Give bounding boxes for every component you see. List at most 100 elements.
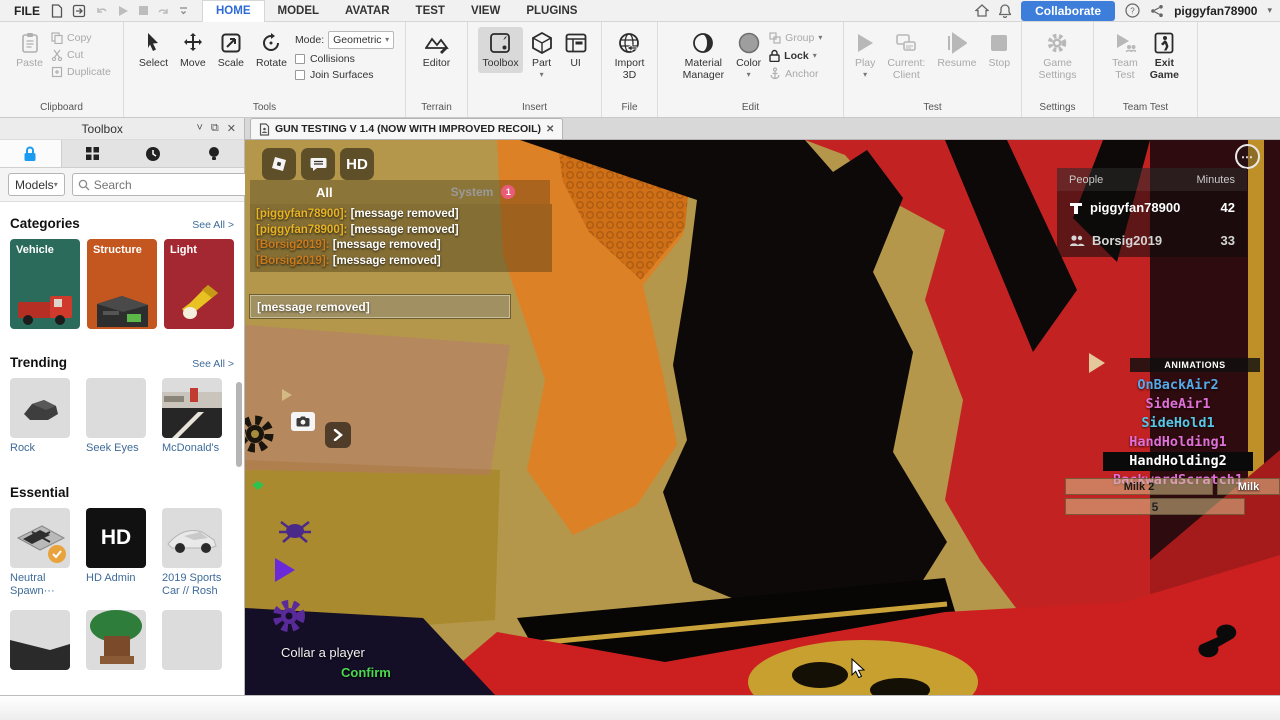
customize-toolbar-icon[interactable]: [179, 6, 188, 15]
panel-float-icon[interactable]: ⧉: [211, 122, 219, 135]
cut-button[interactable]: Cut: [51, 49, 111, 61]
anchor-button[interactable]: Anchor: [769, 67, 822, 80]
copy-button[interactable]: Copy: [51, 32, 111, 44]
join-surfaces-checkbox[interactable]: Join Surfaces: [295, 69, 394, 81]
new-file-icon[interactable]: [50, 4, 63, 18]
terrain-editor-button[interactable]: Editor: [419, 27, 454, 73]
partial-thumb-3[interactable]: [162, 610, 222, 670]
collaborate-button[interactable]: Collaborate: [1021, 1, 1115, 21]
tab-plugins[interactable]: PLUGINS: [513, 0, 590, 22]
group-button[interactable]: Group▾: [769, 32, 822, 44]
user-menu-caret-icon[interactable]: ▾: [1267, 5, 1272, 16]
tab-home[interactable]: HOME: [202, 0, 265, 22]
partial-thumb-1[interactable]: [10, 610, 70, 670]
help-icon[interactable]: ?: [1125, 3, 1140, 18]
toolbox-tab-marketplace[interactable]: [0, 140, 62, 167]
leaderboard-row[interactable]: piggyfan78900 42: [1057, 191, 1247, 224]
share-icon[interactable]: [1150, 4, 1164, 18]
animation-item[interactable]: OnBackAir2: [1103, 376, 1253, 395]
game-settings-button[interactable]: Game Settings: [1035, 27, 1081, 84]
animation-item[interactable]: SideAir1: [1103, 395, 1253, 414]
leaderboard-menu-button[interactable]: ⋯: [1235, 144, 1260, 169]
category-dropdown[interactable]: Models ▾: [8, 173, 65, 196]
toolbox-item-sports-car[interactable]: 2019 Sports Car // Rosh: [162, 508, 222, 598]
game-tab-icon: [259, 123, 270, 136]
team-test-button[interactable]: Team Test: [1108, 27, 1142, 84]
ui-button[interactable]: UI: [561, 27, 591, 73]
hd-admin-button[interactable]: HD: [340, 148, 374, 180]
scale-tool-button[interactable]: Scale: [214, 27, 248, 73]
trending-see-all[interactable]: See All >: [192, 358, 234, 370]
confirm-button[interactable]: Confirm: [341, 665, 391, 680]
tab-avatar[interactable]: AVATAR: [332, 0, 403, 22]
game-scene[interactable]: HD All System 1 [piggyfan78900]: [messag…: [245, 140, 1280, 695]
toolbox-tab-inventory[interactable]: [62, 140, 123, 167]
panel-collapse-icon[interactable]: ˅: [196, 122, 202, 135]
collisions-checkbox[interactable]: Collisions: [295, 53, 394, 65]
category-card-structure[interactable]: Structure: [87, 239, 157, 329]
toolbox-item-mcdonalds[interactable]: McDonald's: [162, 378, 222, 455]
import-3d-button[interactable]: Import 3D: [611, 27, 649, 84]
stop-button[interactable]: Stop: [984, 27, 1014, 73]
chat-tab-all[interactable]: All: [316, 185, 333, 200]
animations-play-icon[interactable]: [1087, 352, 1107, 379]
color-button[interactable]: Color ▾: [732, 27, 765, 81]
play-button[interactable]: Play ▾: [851, 27, 879, 81]
paste-button[interactable]: Paste: [12, 27, 47, 73]
panel-close-icon[interactable]: ✕: [227, 122, 236, 135]
exit-game-button[interactable]: Exit Game: [1146, 27, 1183, 84]
toolbox-scrollbar[interactable]: [236, 382, 242, 467]
collar-player-label[interactable]: Collar a player: [281, 645, 365, 660]
category-card-vehicle[interactable]: Vehicle: [10, 239, 80, 329]
material-manager-button[interactable]: Material Manager: [679, 27, 728, 84]
resume-button[interactable]: Resume: [933, 27, 980, 73]
leaderboard-row[interactable]: Borsig2019 33: [1057, 224, 1247, 257]
expand-chevron-button[interactable]: [325, 422, 351, 448]
color-dropdown-caret-icon[interactable]: ▾: [747, 72, 751, 78]
mode-dropdown[interactable]: Geometric▾: [328, 31, 394, 49]
chat-toggle-button[interactable]: [301, 148, 335, 180]
part-button[interactable]: Part ▾: [527, 27, 557, 81]
home-cloud-icon[interactable]: [975, 4, 989, 17]
username-menu[interactable]: piggyfan78900: [1174, 4, 1257, 18]
milk2-button[interactable]: Milk 2: [1065, 478, 1213, 495]
categories-see-all[interactable]: See All >: [192, 219, 234, 231]
tab-model[interactable]: MODEL: [265, 0, 333, 22]
tab-view[interactable]: VIEW: [458, 0, 513, 22]
chat-input[interactable]: [250, 295, 510, 318]
game-document-tab[interactable]: GUN TESTING V 1.4 (NOW WITH IMPROVED REC…: [250, 118, 563, 139]
animation-item[interactable]: SideHold1: [1103, 414, 1253, 433]
chat-tab-system[interactable]: System: [451, 185, 494, 199]
toolbox-button[interactable]: Toolbox: [478, 27, 522, 73]
partial-thumb-2[interactable]: [86, 610, 146, 670]
camera-button[interactable]: [291, 412, 315, 431]
animation-item-selected[interactable]: HandHolding2: [1103, 452, 1253, 471]
minutes-column-header: Minutes: [1196, 174, 1235, 186]
open-file-icon[interactable]: [72, 4, 86, 18]
tab-test[interactable]: TEST: [403, 0, 458, 22]
animation-item[interactable]: HandHolding1: [1103, 433, 1253, 452]
tab-close-icon[interactable]: ✕: [546, 124, 554, 135]
current-client-button[interactable]: Current: Client: [883, 27, 929, 84]
toolbox-item-neutral-spawn[interactable]: Neutral Spawn···: [10, 508, 70, 598]
milk-button[interactable]: Milk: [1217, 478, 1280, 495]
search-input[interactable]: [94, 178, 249, 192]
undo-icon: [95, 4, 108, 17]
part-dropdown-caret-icon[interactable]: ▾: [540, 72, 544, 78]
toolbox-tab-creations[interactable]: [183, 140, 244, 167]
notifications-bell-icon[interactable]: [999, 4, 1011, 18]
lock-button[interactable]: Lock▾: [769, 49, 822, 62]
move-tool-button[interactable]: Move: [176, 27, 210, 73]
ui-windows-icon: [565, 30, 587, 56]
file-menu[interactable]: FILE: [14, 4, 40, 18]
select-tool-button[interactable]: Select: [135, 27, 172, 73]
toolbox-item-seek-eyes[interactable]: Seek Eyes: [86, 378, 146, 455]
roblox-menu-button[interactable]: [262, 148, 296, 180]
rotate-tool-button[interactable]: Rotate: [252, 27, 291, 73]
toolbox-tab-recent[interactable]: [123, 140, 184, 167]
toolbox-item-rock[interactable]: Rock: [10, 378, 70, 455]
duplicate-icon: [51, 66, 63, 78]
duplicate-button[interactable]: Duplicate: [51, 66, 111, 78]
category-card-light[interactable]: Light: [164, 239, 234, 329]
toolbox-item-hd-admin[interactable]: HD HD Admin: [86, 508, 146, 598]
